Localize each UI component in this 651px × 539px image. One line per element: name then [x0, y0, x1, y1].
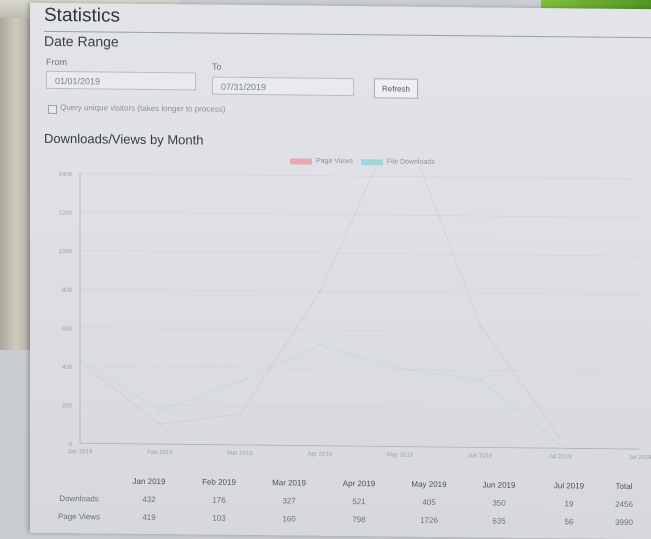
to-date-input[interactable]: 07/31/2019 — [212, 76, 354, 97]
gridline — [80, 404, 640, 411]
refresh-button[interactable]: Refresh — [374, 78, 418, 99]
table-header-cell: Feb 2019 — [202, 477, 236, 487]
table-cell: 103 — [212, 513, 226, 523]
legend-swatch-page-views — [290, 157, 312, 165]
table-header-cell: Apr 2019 — [342, 478, 376, 488]
table-cell: 176 — [212, 495, 226, 505]
table-header-cell: Total — [615, 481, 633, 491]
x-tick-label: Apr 2019 — [308, 452, 333, 458]
data-point — [158, 422, 162, 426]
x-tick-label: May 2019 — [387, 452, 414, 458]
y-tick-label: 400 — [62, 365, 73, 371]
data-point — [558, 436, 562, 439]
x-tick-label: Jun 2019 — [468, 453, 493, 459]
unique-visitors-checkbox[interactable] — [48, 104, 57, 114]
legend-swatch-downloads — [360, 158, 383, 165]
table-cell: 798 — [352, 514, 366, 524]
data-point — [558, 443, 562, 446]
table-cell: 1726 — [420, 515, 438, 525]
table-header-cell — [44, 471, 114, 490]
table-header-cell: Mar 2019 — [272, 477, 306, 488]
table-cell: 3990 — [615, 517, 633, 527]
gridline — [80, 250, 640, 257]
data-point — [158, 408, 162, 412]
downloads-views-chart: 1400 1200 1000 800 600 400 200 0Jan 2019 Feb 201… — [59, 162, 651, 461]
table-cell: 635 — [492, 516, 506, 526]
from-date-input[interactable]: 01/01/2019 — [46, 70, 196, 91]
table-cell: 419 — [142, 512, 156, 522]
data-point — [478, 378, 482, 382]
y-tick-label: 600 — [62, 326, 73, 332]
row-label: Downloads — [59, 493, 99, 503]
series-line — [79, 162, 561, 438]
table-cell: 521 — [352, 496, 366, 506]
title-divider — [44, 30, 651, 39]
date-range-heading: Date Range — [44, 32, 119, 50]
monitor-screen: Statistics Date Range From 01/01/2019 To… — [30, 2, 651, 539]
x-tick-label: Jan 2019 — [68, 449, 93, 455]
gridline — [80, 327, 640, 334]
table-cell: 56 — [564, 516, 574, 526]
chart-heading: Downloads/Views by Month — [44, 130, 204, 148]
gridline — [80, 365, 640, 373]
data-point — [78, 358, 82, 362]
x-tick-label: Mar 2019 — [227, 451, 253, 457]
y-tick-label: 0 — [69, 442, 73, 448]
table-header-cell: Jan 2019 — [132, 476, 166, 486]
stats-table: Jan 2019 Feb 2019 Mar 2019 Apr 2019 May … — [44, 471, 644, 531]
y-tick-label: 1200 — [59, 211, 73, 217]
table-header-cell: Jul 2019 — [553, 480, 585, 491]
from-label: From — [46, 56, 67, 68]
legend-label-downloads[interactable]: File Downloads — [387, 158, 435, 166]
y-tick-label: 200 — [62, 403, 73, 409]
x-tick-label: Jul 2019 — [629, 455, 651, 461]
series-line — [79, 344, 561, 445]
table-cell: 2456 — [615, 499, 633, 509]
data-point — [478, 323, 482, 327]
gridline — [80, 288, 640, 296]
table-cell: 327 — [282, 495, 296, 505]
table-cell: 350 — [492, 498, 506, 508]
y-tick-label: 800 — [62, 288, 73, 294]
x-tick-label: Jul 2019 — [549, 454, 572, 460]
data-point — [78, 361, 82, 364]
page-title: Statistics — [44, 4, 121, 27]
table-cell: 160 — [282, 513, 296, 523]
x-axis — [80, 442, 640, 450]
y-tick-label: 1400 — [59, 172, 73, 178]
table-header-cell: May 2019 — [411, 479, 447, 489]
y-tick-label: 1000 — [59, 249, 73, 255]
legend-label-page-views[interactable]: Page Views — [316, 158, 353, 165]
table-cell: 432 — [142, 494, 156, 504]
row-label: Page Views — [57, 511, 101, 521]
to-label: To — [212, 61, 222, 72]
table-header-cell: Jun 2019 — [482, 479, 516, 490]
x-tick-label: Feb 2019 — [147, 450, 173, 456]
table-cell: 19 — [564, 498, 574, 508]
table-cell: 405 — [422, 497, 436, 507]
gridline — [80, 172, 640, 180]
gridline — [80, 211, 640, 218]
unique-visitors-label: Query unique visitors (takes longer to p… — [60, 103, 226, 114]
